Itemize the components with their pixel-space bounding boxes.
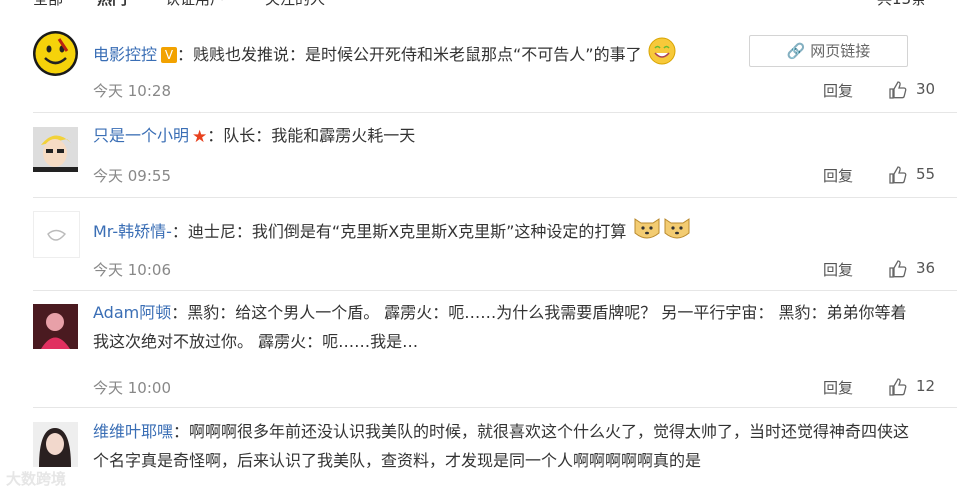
reply-button[interactable]: 回复: [823, 377, 853, 398]
reply-button[interactable]: 回复: [823, 259, 853, 280]
username-link[interactable]: 电影控控: [93, 45, 157, 64]
web-link-button[interactable]: 🔗 网页链接: [749, 35, 908, 67]
comment-time: 今天 09:55: [93, 167, 171, 185]
comment-text: ：黑豹：给这个男人一个盾。 霹雳火：呃……为什么我需要盾牌呢？ 另一平行宇宙： …: [93, 303, 907, 351]
divider: [33, 407, 957, 408]
thumbs-up-icon: [889, 378, 907, 396]
thumbs-up-icon: [889, 81, 907, 99]
link-icon: 🔗: [786, 42, 811, 60]
comment-time: 今天 10:06: [93, 261, 171, 279]
doge-emoji-icon: [662, 213, 692, 252]
avatar[interactable]: [33, 211, 80, 258]
like-button[interactable]: 30: [888, 80, 935, 100]
watermark: 大数跨境: [6, 470, 67, 488]
username-link[interactable]: Mr-韩矫情-: [93, 222, 172, 241]
comment-text: ：啊啊啊很多年前还没认识我美队的时候，就很喜欢这个什么火了，觉得太帅了，当时还觉…: [93, 422, 910, 470]
like-count: 55: [916, 165, 936, 183]
divider: [33, 197, 957, 198]
avatar[interactable]: [33, 31, 78, 76]
smile-emoji-icon: [647, 36, 677, 75]
tab-followed[interactable]: 关注的人: [265, 0, 325, 9]
comment-text: ：队长：我能和霹雳火耗一天: [207, 126, 416, 145]
username-link[interactable]: 维维叶耶嘿: [93, 422, 173, 441]
avatar[interactable]: [33, 422, 78, 467]
like-count: 30: [916, 80, 936, 98]
watchmen-smiley-icon: [35, 33, 76, 74]
user-avatar-icon: [33, 304, 78, 349]
tab-verified-users[interactable]: 认证用户: [165, 0, 225, 9]
tab-hot[interactable]: 热门: [97, 0, 127, 9]
user-avatar-icon: [33, 127, 78, 172]
reply-button[interactable]: 回复: [823, 165, 853, 186]
divider: [33, 290, 957, 291]
thumbs-up-icon: [889, 260, 907, 278]
comment-time: 今天 10:00: [93, 379, 171, 397]
like-button[interactable]: 36: [888, 259, 935, 279]
web-link-label: 网页链接: [810, 42, 871, 60]
comment-text: ：迪士尼：我们倒是有“克里斯X克里斯X克里斯”这种设定的打算: [171, 222, 627, 241]
comment-tabs: 全部 热门 认证用户 关注的人 共13条: [0, 0, 957, 12]
divider: [33, 112, 957, 113]
star-badge-icon: ★: [192, 127, 208, 147]
like-button[interactable]: 55: [888, 165, 935, 185]
avatar[interactable]: [33, 304, 78, 349]
username-link[interactable]: 只是一个小明: [93, 126, 189, 145]
like-count: 12: [916, 377, 936, 395]
username-link[interactable]: Adam阿顿: [93, 303, 171, 322]
doge-emoji-icon: [632, 213, 662, 252]
like-count: 36: [916, 259, 936, 277]
verified-badge-icon: V: [161, 47, 178, 63]
tab-all[interactable]: 全部: [33, 0, 63, 9]
comment-count: 共13条: [877, 0, 926, 9]
thumbs-up-icon: [889, 166, 907, 184]
reply-button[interactable]: 回复: [823, 80, 853, 101]
avatar[interactable]: [33, 127, 78, 172]
like-button[interactable]: 12: [888, 377, 935, 397]
default-avatar-icon: [47, 229, 67, 241]
comment-time: 今天 10:28: [93, 82, 171, 100]
comment-text: ：贱贱也发推说：是时候公开死侍和米老鼠那点“不可告人”的事了: [177, 45, 642, 64]
user-avatar-icon: [33, 422, 78, 467]
